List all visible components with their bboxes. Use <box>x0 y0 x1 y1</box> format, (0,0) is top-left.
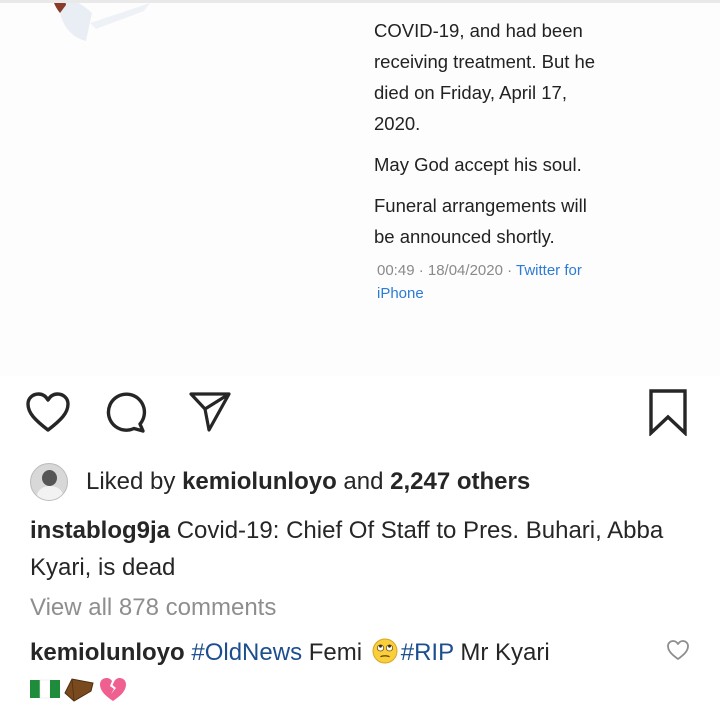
tweet-source: Twitter for <box>516 262 582 279</box>
comment-button[interactable] <box>100 388 148 436</box>
view-all-comments-link[interactable]: View all 878 comments <box>30 594 276 622</box>
likes-summary[interactable]: Liked by kemiolunloyo and 2,247 others <box>30 462 530 502</box>
share-button[interactable] <box>186 388 234 436</box>
heart-icon <box>667 640 689 660</box>
comment-text: Femi <box>302 639 369 666</box>
bookmark-icon <box>649 389 687 436</box>
post-caption: instablog9ja Covid-19: Chief Of Staff to… <box>30 512 700 586</box>
save-button[interactable] <box>644 388 692 436</box>
tweet-source: iPhone <box>377 285 424 302</box>
tweet-paragraph-1: COVID-19, and had been receiving treatme… <box>374 15 674 139</box>
likes-and: and <box>336 468 391 495</box>
tweet-line: Funeral arrangements will <box>374 195 587 216</box>
coffin-icon <box>64 678 94 702</box>
author-photo-fragment <box>54 3 150 41</box>
tweet-line: receiving treatment. But he <box>374 51 596 72</box>
post-image[interactable]: COVID-19, and had been receiving treatme… <box>0 0 720 376</box>
tweet-paragraph-2: May God accept his soul. <box>374 149 674 180</box>
paper-plane-icon <box>189 392 231 432</box>
nigeria-flag-icon <box>30 679 60 699</box>
liked-by-username[interactable]: kemiolunloyo <box>182 468 337 496</box>
comment-bubble-icon <box>106 392 147 433</box>
tweet-paragraph-3: Funeral arrangements will be announced s… <box>374 190 674 252</box>
likes-prefix: Liked by <box>86 468 183 495</box>
tweet-line: COVID-19, and had been <box>374 20 583 41</box>
tweet-line: May God accept his soul. <box>374 154 582 175</box>
comment-username[interactable]: kemiolunloyo <box>30 639 185 666</box>
avatar[interactable] <box>30 463 68 501</box>
tweet-meta: 00:49 · 18/04/2020 · Twitter for iPhone <box>377 259 657 305</box>
tweet-timestamp: 00:49 · 18/04/2020 · <box>377 262 516 279</box>
broken-heart-icon <box>100 678 126 701</box>
action-bar <box>0 382 720 442</box>
comment: kemiolunloyo #OldNews Femi #RIP Mr Kyari <box>30 634 650 676</box>
comment-text: Mr Kyari <box>453 639 550 666</box>
heart-icon <box>26 392 70 432</box>
hashtag-link[interactable]: #RIP <box>401 639 454 666</box>
eye-roll-emoji-icon <box>372 638 398 676</box>
caption-username[interactable]: instablog9ja <box>30 517 170 544</box>
tweet-line: 2020. <box>374 113 421 134</box>
tweet-text: COVID-19, and had been receiving treatme… <box>374 9 674 252</box>
likes-count[interactable]: 2,247 others <box>390 468 530 496</box>
like-button[interactable] <box>24 388 72 436</box>
comment-emoji-row <box>30 674 128 704</box>
comment-like-button[interactable] <box>662 634 694 666</box>
tweet-line: died on Friday, April 17, <box>374 82 567 103</box>
tweet-line: be announced shortly. <box>374 226 555 247</box>
hashtag-link[interactable]: #OldNews <box>191 639 302 666</box>
